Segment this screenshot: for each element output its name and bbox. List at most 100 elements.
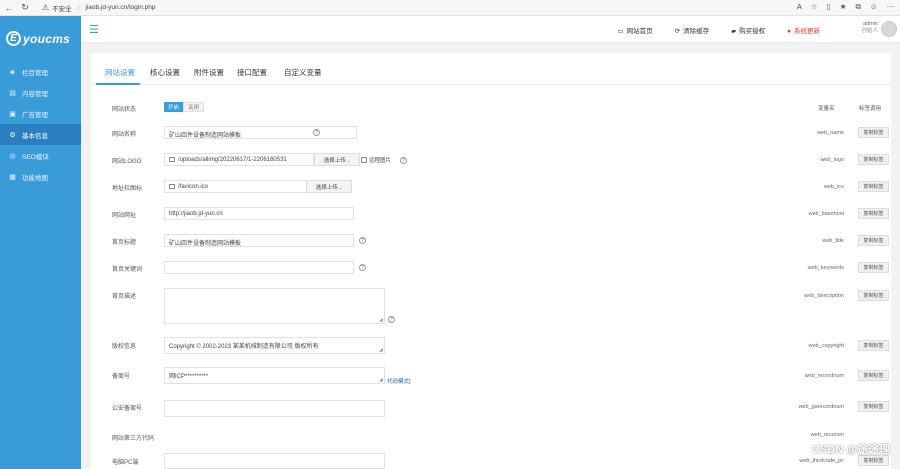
update-icon: ● (787, 28, 791, 35)
address-bar[interactable]: ⚠ 不安全 | jiaob.jd-yun.cn/login.php (42, 3, 155, 13)
favorites-icon[interactable]: ★ (840, 2, 847, 12)
tab-site-settings[interactable]: 网站设置 (105, 67, 135, 78)
seo-icon: ◎ (9, 152, 16, 160)
resize-handle-icon[interactable]: ◢ (379, 317, 383, 323)
record-number-textarea[interactable]: 网ICP********** (164, 367, 385, 384)
refresh-icon: ⟳ (674, 28, 681, 35)
field-label: 网站状态 (112, 107, 137, 113)
sidebar-item-function-map[interactable]: ▦ 功能地图 (0, 166, 81, 187)
code-mode-link[interactable]: 代码模式] (387, 377, 411, 385)
remote-image-checkbox[interactable]: 远程图片 (361, 156, 391, 164)
watermark: CSDN @途途理 (812, 444, 890, 456)
ad-icon: ▣ (9, 110, 16, 118)
site-url-input[interactable]: http://jiaob.jd-yun.cn (164, 207, 354, 220)
home-title-input[interactable]: 矿山四件设备制造网站模板 (164, 234, 354, 247)
sidebar-item-label: 内容管理 (22, 90, 48, 98)
active-tab-indicator (96, 83, 140, 85)
field-label: 地址栏图标 (112, 186, 143, 192)
back-icon[interactable]: ← (2, 1, 16, 15)
grid-icon: ▦ (9, 173, 16, 181)
system-update-link[interactable]: ● 系统更新 (787, 25, 820, 35)
tab-api-config[interactable]: 接口配置 (237, 67, 267, 78)
tab-core-settings[interactable]: 核心设置 (150, 67, 180, 78)
copy-tag-button[interactable]: 复制标签 (858, 235, 889, 246)
sidebar: E youcms ◈ 栏目管理 ▤ 内容管理 ▣ 广告管理 ⚙ 基本信息 ◎ S… (0, 16, 81, 469)
menu-toggle-icon[interactable]: ☰ (89, 23, 99, 36)
help-icon[interactable]: ? (313, 129, 320, 136)
copy-tag-button[interactable]: 复制标签 (858, 127, 889, 138)
site-name-input[interactable]: 矿山四件设备制造网站模板 (164, 126, 357, 139)
layers-icon: ◈ (9, 68, 16, 76)
collections-icon[interactable]: ⧉ (855, 2, 860, 12)
read-aloud-icon[interactable]: A (797, 2, 802, 12)
field-label: 电脑PC端 (112, 460, 139, 466)
home-keywords-input[interactable] (164, 261, 354, 274)
pc-code-textarea[interactable] (164, 453, 385, 469)
logo[interactable]: E youcms (0, 16, 81, 61)
copy-tag-button[interactable]: 复制标签 (858, 208, 889, 219)
sidebar-item-seo[interactable]: ◎ SEO模块 (0, 145, 81, 166)
tag-call-header: 标签调用 (859, 106, 882, 112)
buy-license-link[interactable]: ▰ 购买授权 (731, 25, 765, 35)
field-label: 网站名称 (112, 132, 137, 138)
copy-tag-button[interactable]: 复制标签 (858, 181, 889, 192)
resize-handle-icon[interactable]: ◢ (379, 347, 383, 353)
reload-icon[interactable]: ↻ (18, 1, 32, 15)
clear-cache-link[interactable]: ⟳ 清除缓存 (675, 25, 709, 35)
sidebar-item-ads[interactable]: ▣ 广告管理 (0, 103, 81, 124)
split-screen-icon[interactable]: ▯ (827, 2, 831, 12)
help-icon[interactable]: ? (388, 316, 395, 323)
logo-mark: E (6, 31, 21, 46)
copy-tag-button[interactable]: 复制标签 (858, 262, 889, 273)
help-icon[interactable]: ? (359, 264, 366, 271)
help-icon[interactable]: ? (400, 157, 407, 164)
tab-custom-vars[interactable]: 自定义变量 (284, 67, 322, 78)
var-name: web_title (822, 238, 844, 244)
profile-icon[interactable]: ☺ (870, 2, 878, 12)
resize-handle-icon[interactable]: ◢ (379, 377, 383, 383)
upload-button[interactable]: 选择上传... (306, 180, 352, 193)
sidebar-item-label: 广告管理 (22, 111, 48, 119)
favorite-star-icon[interactable]: ☆ (811, 2, 818, 12)
logo-path-input[interactable]: /uploads/allimg/20220617/1-2206160531 (164, 153, 314, 166)
url-text: jiaob.jd-yun.cn/login.php (85, 4, 156, 11)
user-info[interactable]: admin 创始人 (861, 21, 878, 35)
sidebar-item-basic-info[interactable]: ⚙ 基本信息 (0, 124, 81, 145)
var-name: web_name (817, 130, 844, 136)
field-label: 网站第三方代码 (112, 436, 155, 442)
home-description-textarea[interactable] (164, 288, 385, 324)
avatar[interactable] (881, 21, 897, 37)
tab-attachment-settings[interactable]: 附件设置 (194, 67, 224, 78)
copy-tag-button[interactable]: 复制标签 (858, 370, 889, 381)
copy-tag-button[interactable]: 复制标签 (858, 290, 889, 301)
police-record-textarea[interactable] (164, 400, 385, 417)
user-role: 创始人 (861, 28, 878, 34)
browser-toolbar: ← ↻ ⚠ 不安全 | jiaob.jd-yun.cn/login.php A … (0, 0, 900, 16)
more-icon[interactable]: ⋯ (887, 2, 895, 12)
toggle-on[interactable]: 开启 (164, 102, 184, 112)
copy-tag-button[interactable]: 复制标签 (858, 340, 889, 351)
help-icon[interactable]: ? (359, 237, 366, 244)
sidebar-item-label: 栏目管理 (22, 69, 48, 77)
monitor-icon: ▭ (617, 28, 624, 35)
site-home-link[interactable]: ▭ 网站首页 (617, 25, 652, 35)
var-name: web_recorum (810, 432, 844, 438)
sidebar-item-content[interactable]: ▤ 内容管理 (0, 82, 81, 103)
upload-button[interactable]: 选择上传... (314, 153, 360, 166)
var-name: web_logo (820, 157, 844, 163)
copyright-textarea[interactable]: Copyright © 2002-2023 某某机械制造有限公司 版权所有 (164, 337, 385, 354)
sidebar-item-label: SEO模块 (22, 153, 49, 161)
copy-tag-button[interactable]: 复制标签 (858, 154, 889, 165)
favicon-path-input[interactable]: /favicon.ico (164, 180, 314, 193)
var-name-header: 变量名 (818, 106, 835, 112)
field-label: 首页描述 (112, 294, 137, 300)
var-name: web_copyright (808, 343, 844, 349)
gear-icon: ⚙ (9, 131, 16, 139)
copy-tag-button[interactable]: 复制标签 (858, 401, 889, 412)
toggle-off[interactable]: 关闭 (183, 102, 205, 112)
sidebar-item-columns[interactable]: ◈ 栏目管理 (0, 61, 81, 82)
field-label: 版权信息 (112, 344, 137, 350)
sidebar-item-label: 基本信息 (22, 132, 48, 140)
security-label: 不安全 (52, 5, 72, 13)
site-status-toggle[interactable]: 开启 关闭 (164, 102, 205, 112)
